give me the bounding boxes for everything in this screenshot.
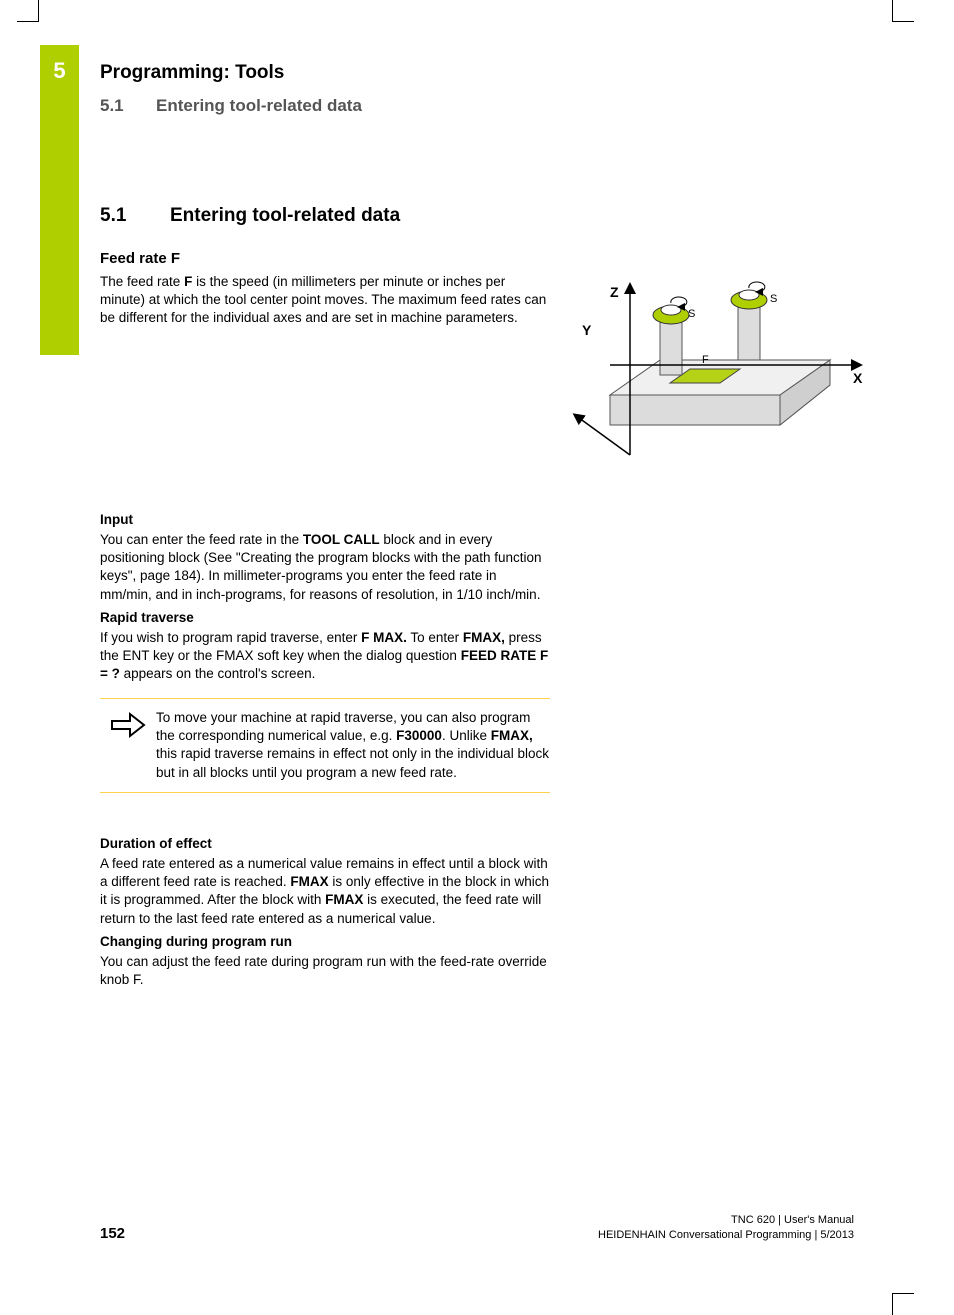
heading-feed-rate: Feed rate F [100,250,550,267]
heading-changing: Changing during program run [100,934,550,949]
note-text: To move your machine at rapid traverse, … [156,709,550,782]
feed-rate-block: Feed rate F The feed rate F is the speed… [100,250,550,328]
axis-z-label: Z [610,284,619,300]
footer-line-2: HEIDENHAIN Conversational Programming | … [598,1228,854,1242]
section-number: 5.1 [100,96,156,116]
section-number: 5.1 [100,205,170,227]
crop-mark [892,1293,914,1315]
paragraph: You can adjust the feed rate during prog… [100,953,550,989]
heading-rapid-traverse: Rapid traverse [100,610,550,625]
duration-block: Duration of effect A feed rate entered a… [100,830,550,989]
footer-line-1: TNC 620 | User's Manual [598,1213,854,1227]
heading-duration: Duration of effect [100,836,550,851]
note-box: To move your machine at rapid traverse, … [100,698,550,793]
paragraph: If you wish to program rapid traverse, e… [100,629,550,684]
heading-input: Input [100,512,550,527]
section-title: Entering tool-related data [170,205,400,226]
spindle-s-label: S [770,293,777,305]
paragraph: You can enter the feed rate in the TOOL … [100,531,550,604]
crop-mark [17,0,39,22]
page-number: 152 [100,1225,125,1242]
axis-y-label: Y [582,322,592,338]
section-heading: 5.1Entering tool-related data [100,205,400,227]
arrow-note-icon [100,709,156,782]
section-title: Entering tool-related data [156,96,362,115]
crop-mark [892,0,914,22]
chapter-sidebar [40,45,79,355]
footer-text: TNC 620 | User's Manual HEIDENHAIN Conve… [598,1213,854,1242]
page: 5 Programming: Tools 5.1Entering tool-re… [0,0,954,1315]
feed-rate-diagram: Z Y X S S F [570,265,870,475]
paragraph: The feed rate F is the speed (in millime… [100,273,550,328]
feed-f-label: F [702,354,709,366]
input-block: Input You can enter the feed rate in the… [100,506,550,684]
chapter-number: 5 [40,58,79,84]
section-header: 5.1Entering tool-related data [100,96,362,116]
chapter-title: Programming: Tools [100,62,284,84]
spindle-s-label: S [688,308,695,320]
paragraph: A feed rate entered as a numerical value… [100,855,550,928]
axis-x-label: X [853,370,863,386]
